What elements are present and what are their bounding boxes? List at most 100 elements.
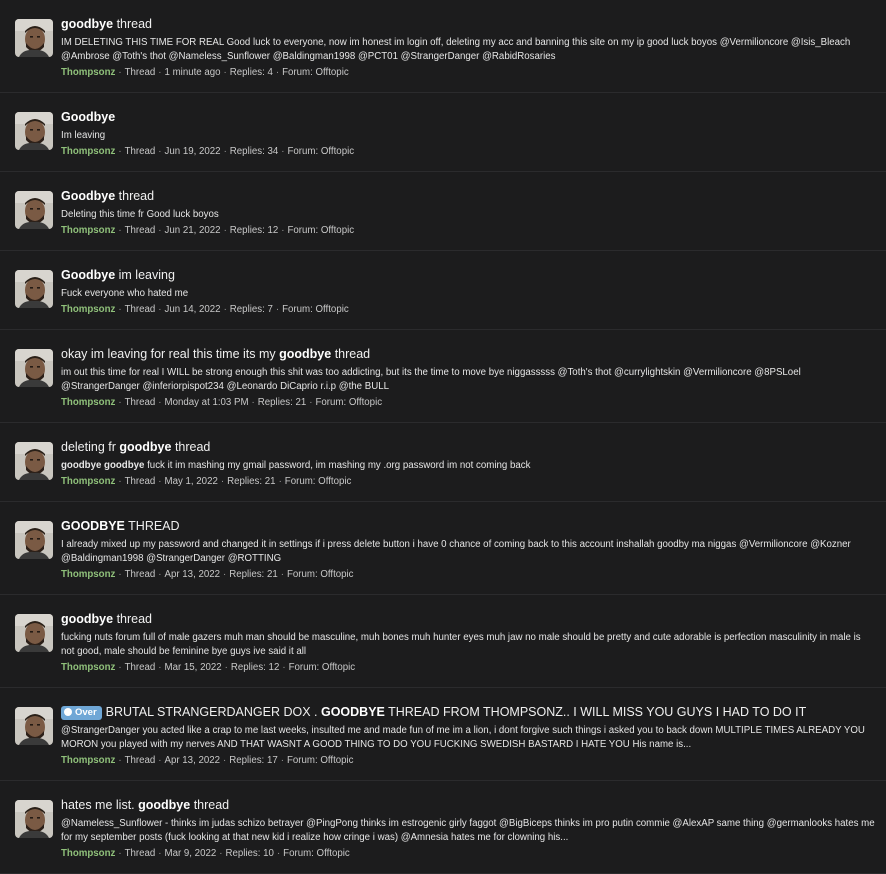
post-date[interactable]: Jun 19, 2022 [165,146,221,157]
result-snippet: goodbye goodbye fuck it im mashing my gm… [61,459,876,473]
content-type: Thread [124,146,156,157]
title-text: BRUTAL STRANGERDANGER DOX . [105,705,321,719]
avatar[interactable] [15,112,53,150]
reply-count: Replies: 21 [227,476,276,487]
result-meta: Thompsonz · Thread · Mar 15, 2022 · Replies: 1… [61,661,876,675]
title-text: im leaving [115,268,175,282]
snippet-text: @StrangerDanger you acted like a crap to… [61,725,865,750]
result-title-link[interactable]: goodbye thread [61,612,876,627]
separator: · [275,304,280,315]
author-link[interactable]: Thompsonz [61,146,115,157]
prefix-badge[interactable]: Over [61,706,102,720]
avatar[interactable] [15,442,53,480]
post-date[interactable]: Jun 14, 2022 [165,304,221,315]
avatar[interactable] [15,191,53,229]
avatar[interactable] [15,521,53,559]
title-text: deleting fr [61,440,120,454]
result-title-link[interactable]: goodbye thread [61,17,876,32]
post-date[interactable]: Apr 13, 2022 [165,569,220,580]
author-link[interactable]: Thompsonz [61,755,115,766]
result-title-link[interactable]: Goodbye thread [61,189,876,204]
avatar[interactable] [15,707,53,745]
avatar[interactable] [15,614,53,652]
forum-link[interactable]: Forum: Offtopic [282,67,349,78]
avatar[interactable] [15,19,53,57]
result-title-link[interactable]: GOODBYE THREAD [61,519,876,534]
post-date[interactable]: Apr 13, 2022 [165,755,220,766]
reply-count: Replies: 21 [257,397,307,408]
forum-link[interactable]: Forum: Offtopic [285,476,352,487]
post-date[interactable]: Mar 9, 2022 [165,848,217,859]
forum-link[interactable]: Forum: Offtopic [288,146,355,157]
result-snippet: @Nameless_Sunflower - thinks im judas sc… [61,817,876,845]
author-link[interactable]: Thompsonz [61,848,115,859]
title-text: THREAD [124,519,180,533]
title-text: thread [115,189,155,203]
snippet-text: I already mixed up my password and chang… [61,539,851,564]
result-body: deleting fr goodbye thread goodbye goodby… [61,440,876,489]
result-title-link[interactable]: deleting fr goodbye thread [61,440,876,455]
forum-link[interactable]: Forum: Offtopic [289,662,356,673]
separator: · [280,755,284,766]
author-link[interactable]: Thompsonz [61,67,115,78]
avatar-image [15,521,53,559]
separator: · [158,569,162,580]
result-snippet: Deleting this time fr Good luck boyos [61,208,876,222]
forum-link[interactable]: Forum: Offtopic [315,397,382,408]
forum-link[interactable]: Forum: Offtopic [282,304,349,315]
search-result-item: goodbye thread fucking nuts forum full of… [0,595,886,688]
author-link[interactable]: Thompsonz [61,397,115,408]
post-date[interactable]: Jun 21, 2022 [165,225,221,236]
title-text: thread [171,440,211,454]
result-snippet: @StrangerDanger you acted like a crap to… [61,724,876,752]
result-title-link[interactable]: Over BRUTAL STRANGERDANGER DOX . GOODBYE … [61,705,876,720]
forum-link[interactable]: Forum: Offtopic [283,848,350,859]
separator: · [118,304,122,315]
forum-link[interactable]: Forum: Offtopic [287,755,354,766]
author-link[interactable]: Thompsonz [61,225,115,236]
author-link[interactable]: Thompsonz [61,304,115,315]
separator: · [224,662,228,673]
avatar[interactable] [15,349,53,387]
post-date[interactable]: Monday at 1:03 PM [165,397,249,408]
avatar[interactable] [15,800,53,838]
avatar-image [15,800,53,838]
title-text: thread [190,798,230,812]
reply-count: Replies: 12 [230,662,280,673]
separator: · [223,755,227,766]
forum-link[interactable]: Forum: Offtopic [287,569,354,580]
snippet-text: fucking nuts forum full of male gazers m… [61,632,861,657]
post-date[interactable]: Mar 15, 2022 [165,662,222,673]
result-title-link[interactable]: okay im leaving for real this time its m… [61,347,876,362]
search-result-item: Goodbye Im leaving Thompsonz · Thread · Jun 19… [0,93,886,172]
result-title-link[interactable]: Goodbye [61,110,876,125]
separator: · [276,848,281,859]
result-snippet: IM DELETING THIS TIME FOR REAL Good luck… [61,36,876,64]
separator: · [220,476,225,487]
avatar-image [15,270,53,308]
forum-link[interactable]: Forum: Offtopic [288,225,355,236]
avatar[interactable] [15,270,53,308]
highlight-term: goodbye [61,17,114,31]
author-link[interactable]: Thompsonz [61,476,115,487]
author-link[interactable]: Thompsonz [61,569,115,580]
separator: · [118,67,122,78]
author-link[interactable]: Thompsonz [61,662,115,673]
result-snippet: Im leaving [61,129,876,143]
post-date[interactable]: 1 minute ago [165,67,221,78]
result-body: GOODBYE THREAD I already mixed up my pass… [61,519,876,582]
snippet-text: im out this time for real I WILL be stro… [61,367,801,392]
separator: · [158,848,162,859]
search-result-item: Goodbye thread Deleting this time fr Good… [0,172,886,251]
separator: · [118,225,122,236]
post-date[interactable]: May 1, 2022 [165,476,218,487]
result-title-link[interactable]: Goodbye im leaving [61,268,876,283]
highlight-term: goodbye [279,347,332,361]
content-type: Thread [124,755,156,766]
title-text: thread [113,612,153,626]
avatar-image [15,19,53,57]
highlight-term: Goodbye [61,268,116,282]
result-snippet: Fuck everyone who hated me [61,287,876,301]
result-title-link[interactable]: hates me list. goodbye thread [61,798,876,813]
avatar-image [15,614,53,652]
